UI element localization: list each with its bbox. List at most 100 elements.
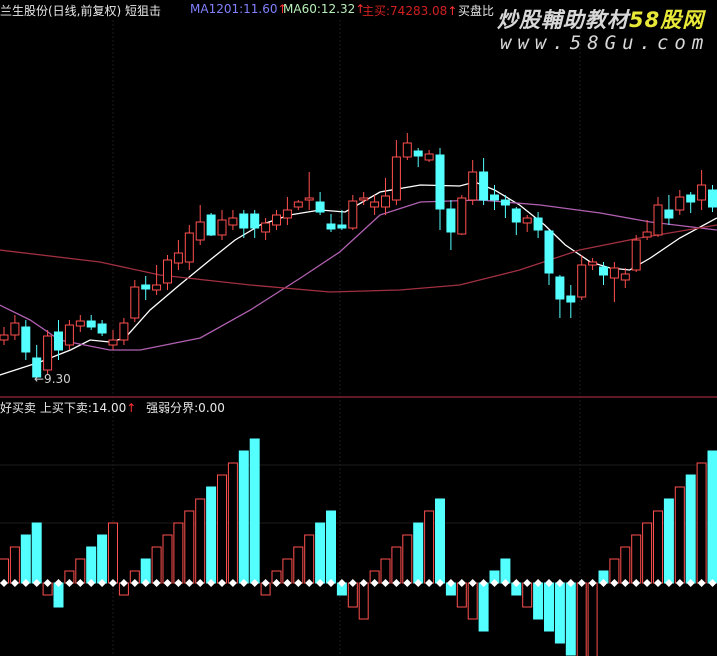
histogram-bar bbox=[554, 582, 565, 644]
candle-body bbox=[184, 232, 194, 263]
candle-body bbox=[272, 214, 281, 226]
histogram-bar bbox=[696, 462, 707, 584]
watermark-url: www.58Gu.com bbox=[500, 32, 710, 54]
candle-body bbox=[173, 252, 183, 264]
candle-body bbox=[315, 201, 325, 213]
histogram-bar bbox=[86, 546, 97, 584]
histogram-bar bbox=[435, 498, 445, 584]
histogram-bar bbox=[151, 546, 162, 584]
candle bbox=[566, 285, 576, 318]
histogram-bar bbox=[217, 474, 227, 584]
candle-body bbox=[108, 339, 118, 346]
candle bbox=[511, 207, 521, 235]
candle-body bbox=[577, 264, 587, 298]
candle-body bbox=[664, 209, 674, 219]
candle-body bbox=[533, 217, 543, 231]
watermark-brand: 58股网 bbox=[629, 8, 705, 32]
candle bbox=[261, 218, 271, 240]
histogram-bar bbox=[304, 534, 315, 584]
histogram-bar bbox=[478, 582, 489, 632]
candle-body bbox=[64, 324, 74, 346]
candle bbox=[402, 133, 412, 160]
up-arrow-icon: ↑ bbox=[126, 401, 137, 415]
candle-body bbox=[675, 196, 685, 211]
indicator-value: 上买下卖:14.00 bbox=[39, 401, 127, 415]
candle-body bbox=[239, 213, 249, 229]
candle-body bbox=[446, 208, 456, 233]
candle bbox=[413, 148, 423, 167]
candle-body bbox=[435, 154, 445, 210]
candle-body bbox=[566, 295, 576, 303]
candle bbox=[97, 320, 107, 336]
histogram-bar bbox=[227, 462, 238, 584]
indicator-threshold: 强弱分界:0.00 bbox=[146, 401, 225, 415]
candle-body bbox=[206, 214, 216, 236]
candle bbox=[43, 330, 53, 375]
histogram-bar bbox=[685, 474, 696, 584]
candle bbox=[272, 210, 281, 230]
candle-body bbox=[697, 184, 707, 201]
candle bbox=[642, 220, 652, 240]
candle-body bbox=[370, 201, 380, 208]
candle-body bbox=[195, 221, 205, 241]
histogram-bar bbox=[184, 510, 195, 584]
candle-body bbox=[43, 335, 53, 371]
histogram-bar bbox=[249, 438, 260, 584]
candle bbox=[250, 210, 260, 238]
candle bbox=[370, 195, 380, 215]
candle bbox=[577, 255, 587, 300]
histogram-bar bbox=[391, 546, 402, 584]
candle bbox=[588, 258, 598, 270]
baseline-markers bbox=[0, 579, 717, 587]
candle bbox=[21, 320, 31, 360]
candle bbox=[315, 192, 325, 215]
candle bbox=[326, 214, 336, 232]
candle bbox=[75, 315, 85, 332]
histogram-bar bbox=[565, 582, 576, 656]
histogram-bar bbox=[653, 510, 663, 584]
candle-body bbox=[304, 197, 314, 201]
ma1201-readout: MA1201:11.60↑ bbox=[190, 2, 288, 16]
watermark-text: 炒股輔助教材 bbox=[497, 8, 629, 32]
candle-body bbox=[479, 171, 489, 201]
histogram-bar bbox=[195, 498, 206, 584]
histogram-bar bbox=[315, 522, 326, 584]
histogram-bar bbox=[424, 510, 435, 584]
ma1201-value: MA1201:11.60 bbox=[190, 2, 278, 16]
candle bbox=[130, 280, 140, 322]
watermark: 炒股輔助教材58股网 bbox=[497, 4, 704, 34]
histogram-bar bbox=[20, 534, 31, 584]
candle-body bbox=[326, 223, 336, 230]
candle bbox=[10, 315, 20, 340]
candle bbox=[675, 190, 685, 215]
candle bbox=[653, 197, 663, 237]
histogram-bar bbox=[642, 522, 653, 584]
histogram-bar bbox=[620, 546, 631, 584]
histogram-bar bbox=[413, 522, 424, 584]
candle-body bbox=[97, 323, 107, 334]
candle-body bbox=[250, 213, 260, 229]
candle-body bbox=[468, 171, 478, 201]
candle bbox=[195, 205, 205, 245]
candle bbox=[664, 195, 674, 225]
candle-body bbox=[119, 322, 129, 341]
candle-body bbox=[293, 201, 303, 208]
histogram-bar bbox=[663, 498, 674, 584]
histogram-bar bbox=[544, 582, 554, 632]
histogram-bar bbox=[402, 534, 413, 584]
candle bbox=[152, 265, 162, 295]
candle bbox=[533, 212, 543, 238]
ma60-readout: MA60:12.32↑ bbox=[283, 2, 365, 16]
candle-body bbox=[457, 197, 467, 235]
candle bbox=[631, 235, 641, 272]
candle bbox=[86, 315, 96, 330]
candle-body bbox=[642, 231, 652, 238]
candle-body bbox=[402, 142, 412, 158]
histogram-bar bbox=[587, 582, 598, 656]
candle-body bbox=[522, 217, 532, 224]
candle bbox=[468, 160, 478, 205]
candle bbox=[64, 320, 74, 350]
histogram-bar bbox=[467, 582, 478, 620]
candle bbox=[446, 200, 456, 250]
histogram-bar bbox=[293, 546, 304, 584]
